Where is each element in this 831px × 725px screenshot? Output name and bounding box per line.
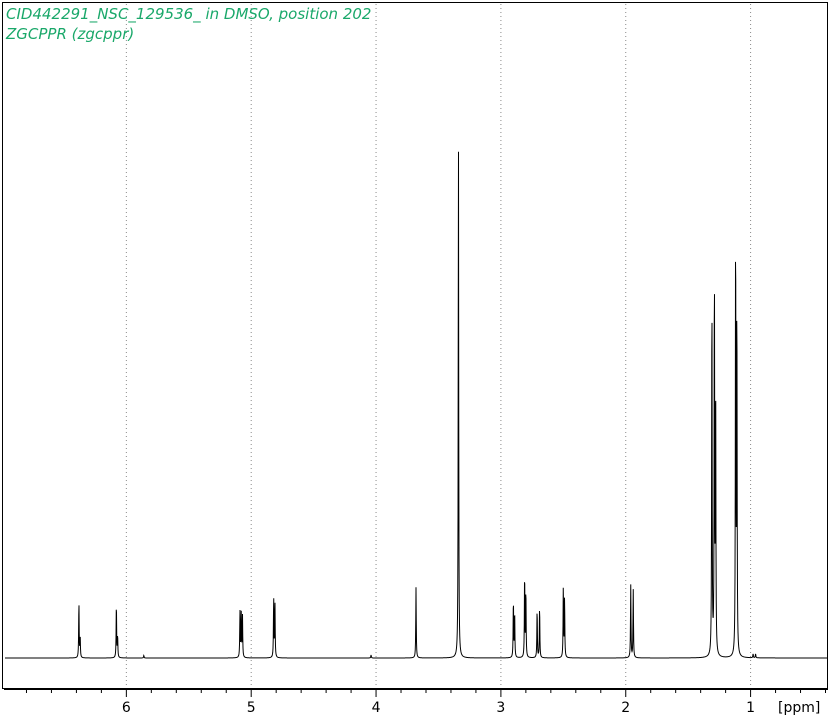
spectrum-title: CID442291_NSC_129536_ in DMSO, position … <box>6 5 372 23</box>
grid-lines <box>125 4 752 688</box>
x-tick-label: 3 <box>496 700 505 716</box>
spectrum-trace <box>5 151 827 659</box>
x-tick-label: 4 <box>372 700 381 716</box>
x-axis-label: [ppm] <box>778 700 820 716</box>
x-tick-label: 1 <box>746 700 755 716</box>
nmr-spectrum-chart: 6 5 4 3 2 1 [ppm] <box>2 2 828 716</box>
plot-border <box>2 2 828 689</box>
x-axis-ticks: 6 5 4 3 2 1 <box>25 689 827 716</box>
x-tick-label: 2 <box>621 700 630 716</box>
x-tick-label: 6 <box>122 700 131 716</box>
x-tick-label: 5 <box>247 700 256 716</box>
spectrum-frame: CID442291_NSC_129536_ in DMSO, position … <box>0 0 831 720</box>
spectrum-subtitle: ZGCPPR (zgcppr) <box>6 25 135 43</box>
